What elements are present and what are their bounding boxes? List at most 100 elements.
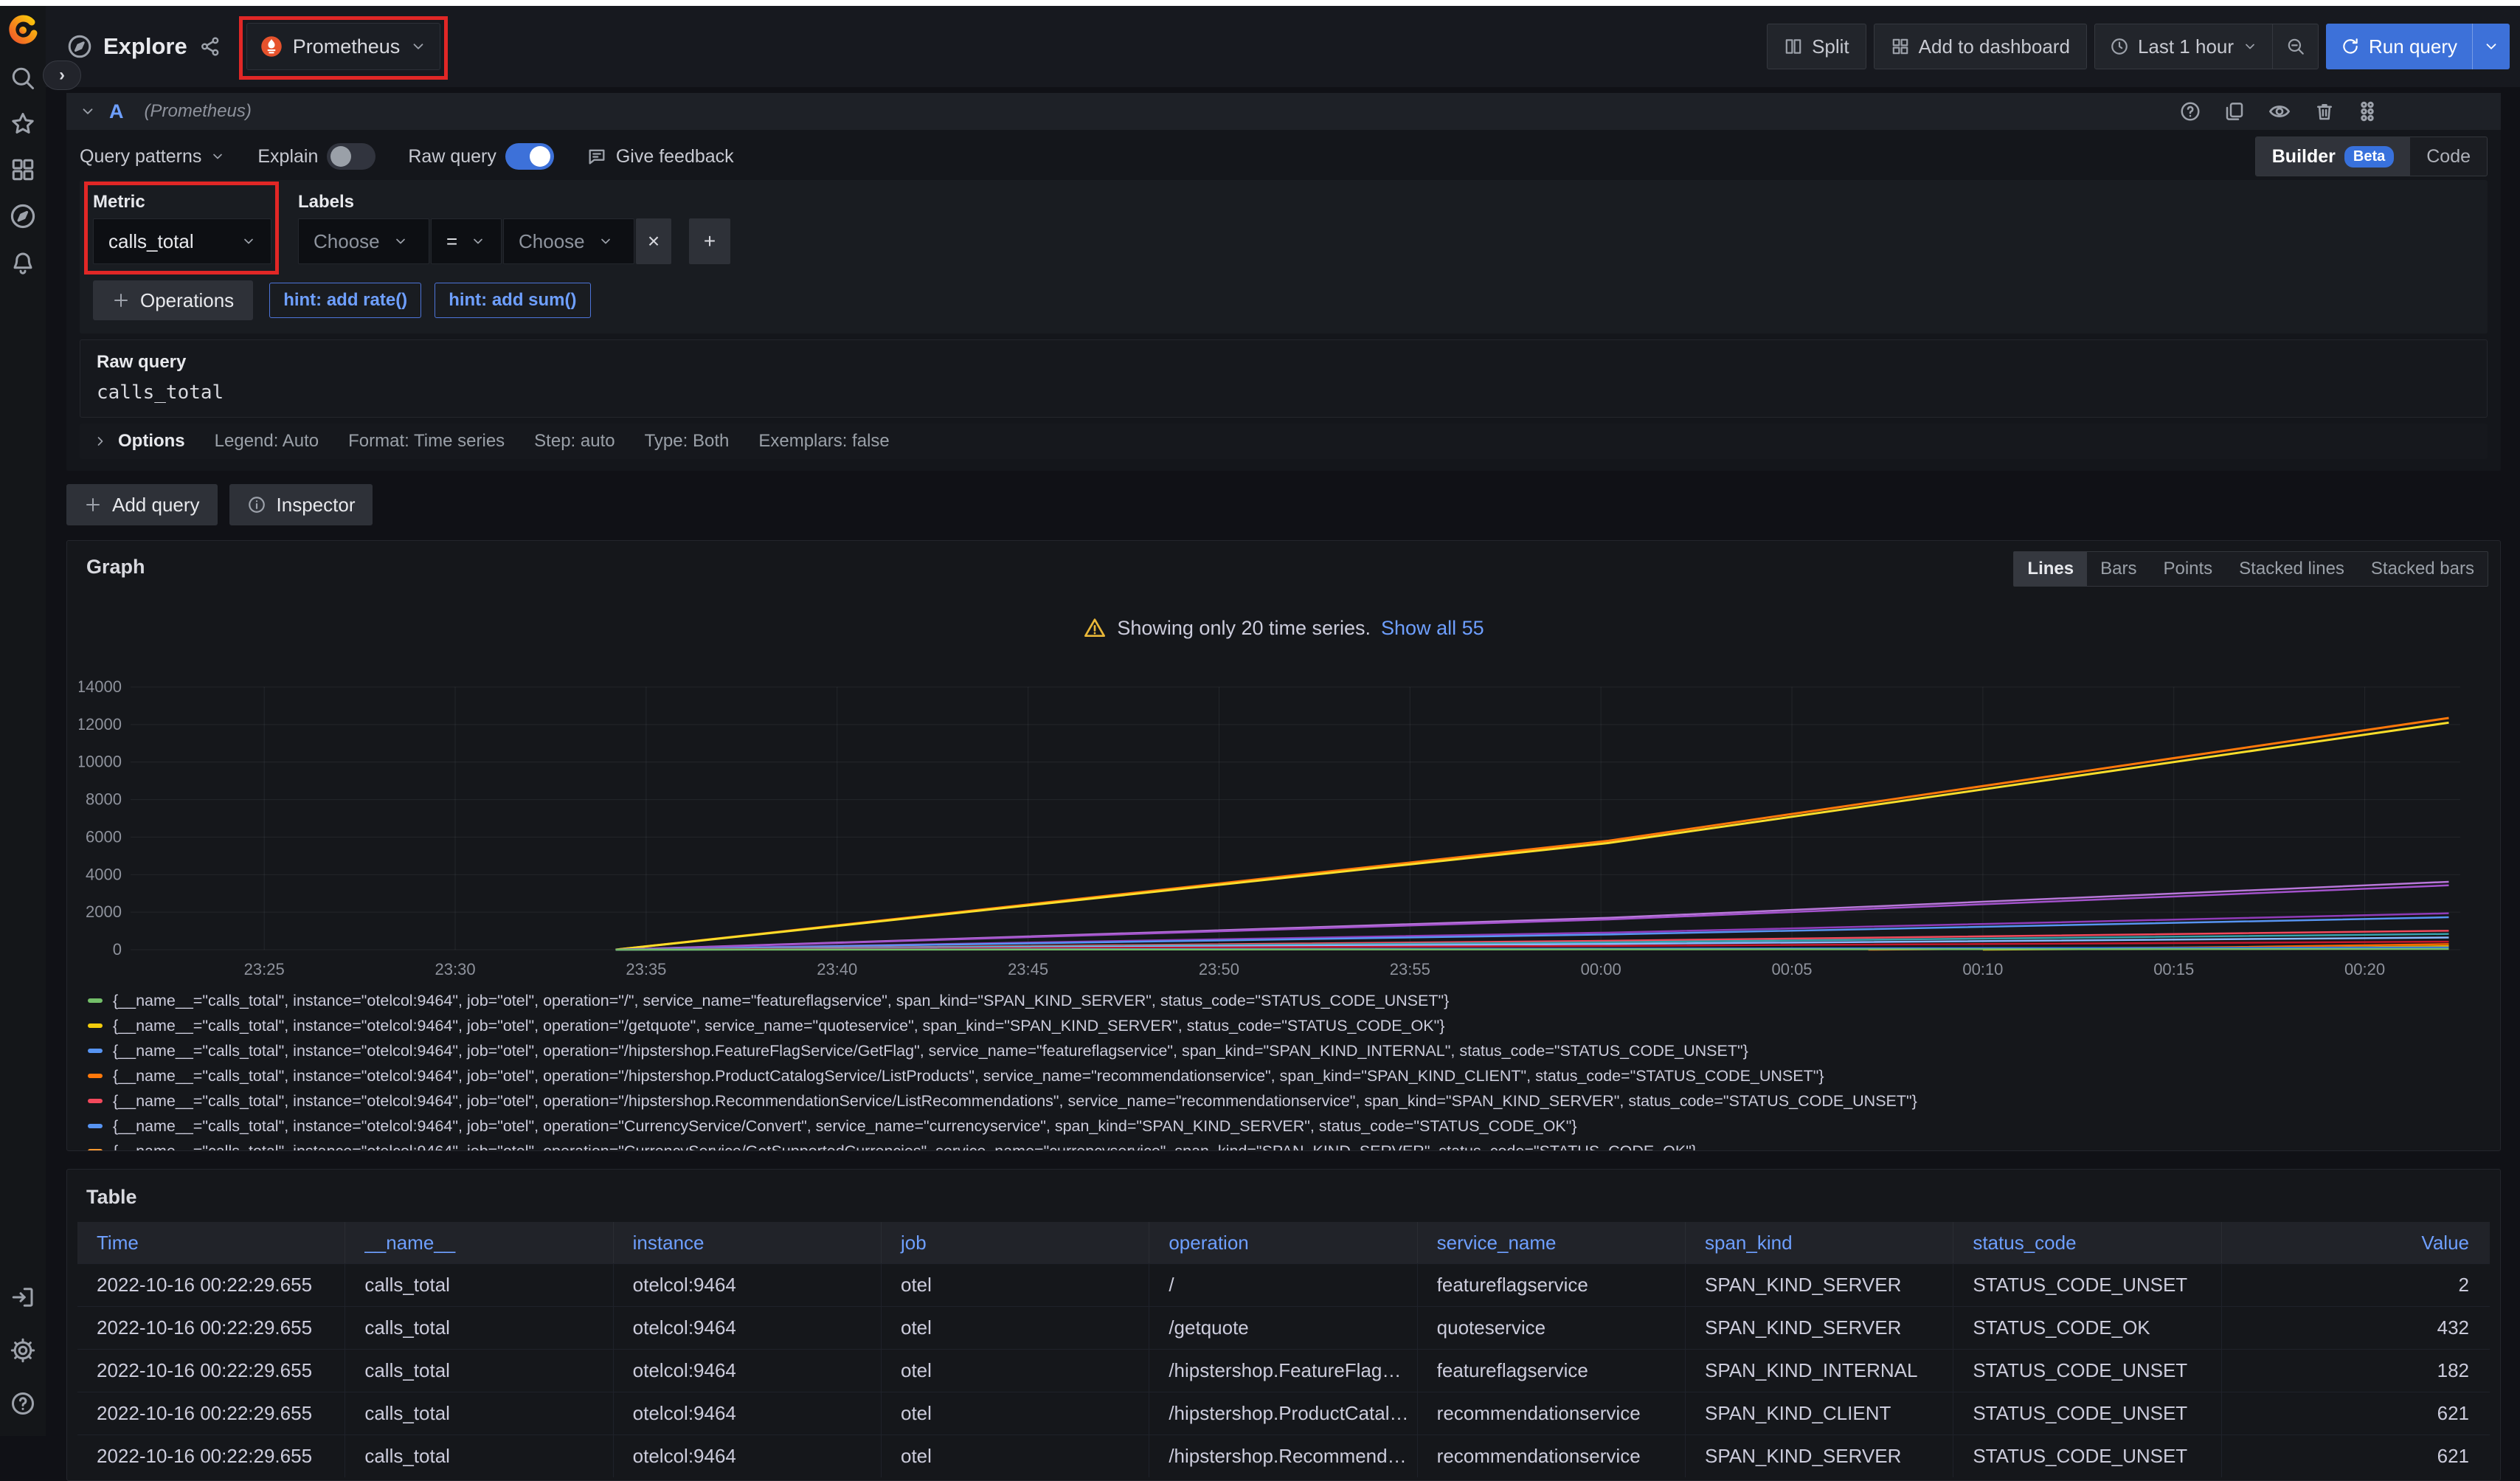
table-cell: 2022-10-16 00:22:29.655 xyxy=(77,1350,345,1392)
hide-response-eye-icon[interactable] xyxy=(2268,100,2291,123)
metric-select[interactable]: calls_total xyxy=(93,218,271,264)
remove-label-filter-button[interactable]: × xyxy=(636,218,671,264)
legend-label: {__name__="calls_total", instance="otelc… xyxy=(113,1017,1444,1035)
table-cell: 2022-10-16 00:22:29.655 xyxy=(77,1392,345,1435)
table-cell: /hipstershop.RecommendationService/ListR… xyxy=(1149,1435,1417,1477)
query-option-summary: Legend: Auto xyxy=(215,431,319,452)
table-header-operation[interactable]: operation xyxy=(1149,1222,1417,1263)
graph-style-bars[interactable]: Bars xyxy=(2087,552,2150,586)
settings-gear-icon[interactable] xyxy=(10,1337,36,1364)
table-header-service-name[interactable]: service_name xyxy=(1418,1222,1686,1263)
chevron-down-icon xyxy=(2243,39,2257,54)
table-header-row: Time__name__instancejoboperationservice_… xyxy=(77,1222,2490,1263)
graph-style-stacked-lines[interactable]: Stacked lines xyxy=(2226,552,2358,586)
time-series-chart[interactable]: 23:2523:3023:3523:4023:4523:5023:5500:00… xyxy=(79,678,2466,982)
table-header-value[interactable]: Value xyxy=(2222,1222,2490,1263)
query-option-summary: Step: auto xyxy=(534,431,615,452)
svg-text:4000: 4000 xyxy=(86,865,122,883)
table-header-job[interactable]: job xyxy=(882,1222,1149,1263)
share-icon[interactable] xyxy=(199,35,221,58)
add-to-dashboard-button[interactable]: Add to dashboard xyxy=(1874,24,2087,69)
sign-in-icon[interactable] xyxy=(10,1284,36,1311)
query-patterns-dropdown[interactable]: Query patterns xyxy=(80,146,225,168)
operations-button[interactable]: Operations xyxy=(93,280,253,320)
grafana-logo[interactable] xyxy=(0,6,46,55)
give-feedback-link[interactable]: Give feedback xyxy=(586,146,734,168)
table-cell: quoteservice xyxy=(1418,1307,1686,1349)
builder-mode-button[interactable]: Builder Beta xyxy=(2256,137,2410,176)
zoom-out-time-button[interactable] xyxy=(2272,24,2318,69)
query-editor-card: A (Prometheus) Query patterns xyxy=(66,93,2501,471)
graph-panel-title: Graph xyxy=(86,556,145,579)
graph-legend: {__name__="calls_total", instance="otelc… xyxy=(88,988,2488,1150)
legend-item[interactable]: {__name__="calls_total", instance="otelc… xyxy=(88,1139,2488,1150)
remove-query-trash-icon[interactable] xyxy=(2313,100,2336,122)
legend-label: {__name__="calls_total", instance="otelc… xyxy=(113,1142,1697,1151)
legend-label: {__name__="calls_total", instance="otelc… xyxy=(113,1067,1824,1085)
drag-handle-icon[interactable] xyxy=(2358,100,2377,122)
raw-query-title: Raw query xyxy=(97,352,2471,373)
svg-text:23:30: 23:30 xyxy=(435,960,476,978)
svg-text:23:40: 23:40 xyxy=(817,960,857,978)
inspector-button[interactable]: Inspector xyxy=(229,484,373,525)
run-query-caret[interactable] xyxy=(2472,24,2510,69)
table-panel-title: Table xyxy=(67,1170,2500,1222)
explain-toggle[interactable] xyxy=(327,143,375,170)
graph-style-switch: LinesBarsPointsStacked linesStacked bars xyxy=(2013,551,2488,587)
legend-item[interactable]: {__name__="calls_total", instance="otelc… xyxy=(88,1063,2488,1088)
legend-swatch xyxy=(88,1049,103,1053)
query-datasource-hint: (Prometheus) xyxy=(145,101,252,122)
table-cell: 2022-10-16 00:22:29.655 xyxy=(77,1264,345,1306)
legend-item[interactable]: {__name__="calls_total", instance="otelc… xyxy=(88,1013,2488,1038)
query-help-icon[interactable] xyxy=(2179,100,2201,122)
sidebar-expand-button[interactable]: › xyxy=(43,61,81,90)
table-header-instance[interactable]: instance xyxy=(614,1222,882,1263)
svg-text:00:00: 00:00 xyxy=(1581,960,1621,978)
graph-style-points[interactable]: Points xyxy=(2150,552,2226,586)
legend-item[interactable]: {__name__="calls_total", instance="otelc… xyxy=(88,1114,2488,1139)
query-options-row[interactable]: Options Legend: AutoFormat: Time seriesS… xyxy=(80,424,2488,459)
dashboards-icon[interactable] xyxy=(10,156,36,183)
query-builder-card: Metric calls_total Labels Choose xyxy=(80,180,2488,334)
code-mode-button[interactable]: Code xyxy=(2410,137,2487,176)
table-cell: 432 xyxy=(2222,1307,2490,1349)
add-label-filter-button[interactable]: + xyxy=(689,218,730,264)
svg-text:12000: 12000 xyxy=(79,715,122,733)
query-row-header[interactable]: A (Prometheus) xyxy=(66,93,2501,130)
legend-item[interactable]: {__name__="calls_total", instance="otelc… xyxy=(88,1038,2488,1063)
builder-code-switch: Builder Beta Code xyxy=(2255,137,2488,176)
table-cell: otel xyxy=(882,1350,1149,1392)
graph-style-lines[interactable]: Lines xyxy=(2014,552,2087,586)
show-all-series-link[interactable]: Show all 55 xyxy=(1381,617,1484,640)
datasource-picker[interactable]: Prometheus xyxy=(246,23,441,70)
collapse-chevron-icon[interactable] xyxy=(80,103,96,120)
query-hint-button[interactable]: hint: add sum() xyxy=(435,283,590,318)
starred-icon[interactable] xyxy=(10,111,36,137)
split-button[interactable]: Split xyxy=(1767,24,1866,69)
table-header-time[interactable]: Time xyxy=(77,1222,345,1263)
run-query-button[interactable]: Run query xyxy=(2326,24,2510,69)
raw-query-toggle[interactable] xyxy=(505,143,554,170)
alerting-bell-icon[interactable] xyxy=(10,249,36,276)
graph-style-stacked-bars[interactable]: Stacked bars xyxy=(2358,552,2488,586)
duplicate-query-icon[interactable] xyxy=(2223,100,2246,122)
graph-panel: Graph LinesBarsPointsStacked linesStacke… xyxy=(66,540,2501,1151)
legend-item[interactable]: {__name__="calls_total", instance="otelc… xyxy=(88,988,2488,1013)
label-name-select[interactable]: Choose xyxy=(298,218,429,264)
legend-item[interactable]: {__name__="calls_total", instance="otelc… xyxy=(88,1088,2488,1114)
help-icon[interactable] xyxy=(10,1390,36,1417)
table-header-status-code[interactable]: status_code xyxy=(1953,1222,2221,1263)
add-query-button[interactable]: Add query xyxy=(66,484,218,525)
table-header-span-kind[interactable]: span_kind xyxy=(1686,1222,1953,1263)
search-icon[interactable] xyxy=(10,65,36,92)
refresh-icon xyxy=(2341,37,2360,56)
svg-text:23:55: 23:55 xyxy=(1390,960,1430,978)
label-value-select[interactable]: Choose xyxy=(503,218,634,264)
table-cell: otelcol:9464 xyxy=(614,1435,882,1477)
query-hint-button[interactable]: hint: add rate() xyxy=(269,283,421,318)
time-range-button[interactable]: Last 1 hour xyxy=(2095,24,2272,69)
svg-text:0: 0 xyxy=(113,940,122,959)
table-header--name-[interactable]: __name__ xyxy=(345,1222,613,1263)
label-operator-select[interactable]: = xyxy=(431,218,502,264)
explore-compass-icon[interactable] xyxy=(9,202,37,230)
